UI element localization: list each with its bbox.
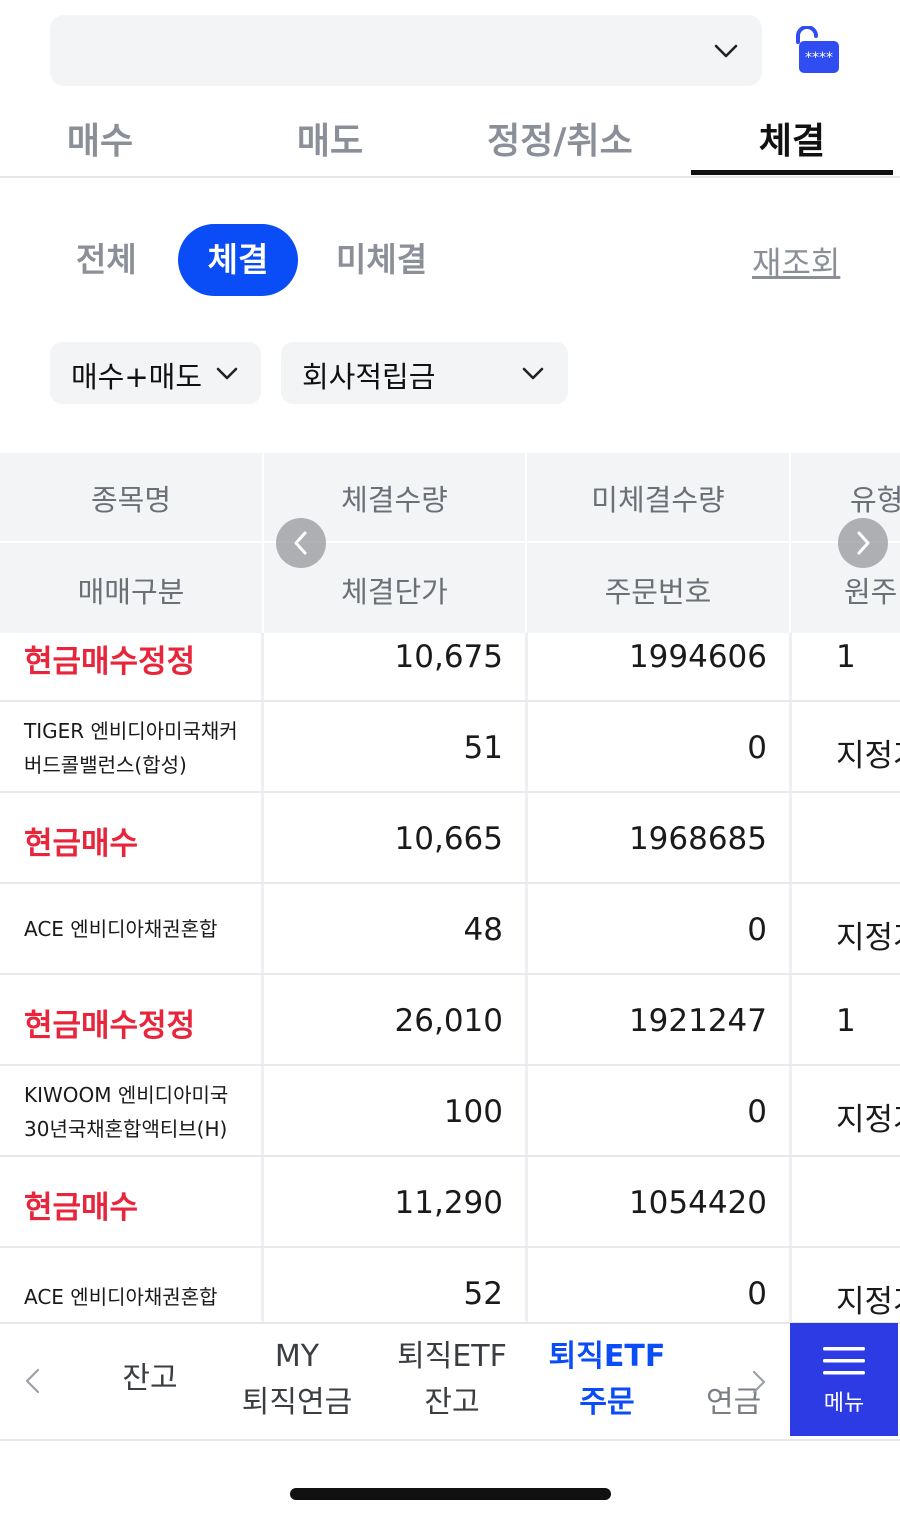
chevron-left-icon[interactable] — [20, 1366, 50, 1396]
account-type-dropdown[interactable]: 회사적립금 — [281, 342, 568, 404]
stock-name-line2: 30년국채혼합액티브(H) — [24, 1117, 228, 1141]
trade-type: 현금매수정정 — [24, 644, 196, 680]
bottom-navigation: 잔고 MY 퇴직연금 퇴직ETF 잔고 퇴직ETF 주문 연금 — [0, 1322, 900, 1441]
side-dropdown-value: 매수+매도 — [71, 360, 203, 394]
filled-qty: 52 — [463, 1276, 503, 1312]
header-filled-price: 체결단가 — [341, 575, 448, 609]
unfilled-qty: 0 — [747, 1276, 767, 1312]
tab-sell[interactable]: 매도 — [260, 112, 400, 162]
filled-price: 11,290 — [394, 1185, 503, 1221]
header-trade-type: 매매구분 — [77, 575, 185, 609]
original-order: 1 — [836, 639, 856, 675]
table-row[interactable]: 현금매수 11,290 1054420 — [0, 1157, 900, 1248]
header-unfilled-qty: 미체결수량 — [591, 483, 725, 517]
password-lock-icon[interactable]: **** — [790, 26, 842, 76]
stock-name: TIGER 엔비디아미국채커 버드콜밸런스(합성) — [24, 714, 256, 782]
order-kind: 지정가 — [836, 920, 900, 956]
filter-unfilled[interactable]: 미체결 — [336, 224, 427, 296]
trade-type: 현금매수 — [24, 826, 139, 862]
header-type: 유형 — [850, 483, 900, 517]
scroll-left-button[interactable] — [276, 518, 326, 568]
stock-name: ACE 엔비디아채권혼합 — [24, 1285, 218, 1309]
refresh-link[interactable]: 재조회 — [752, 238, 840, 284]
chevron-down-icon — [216, 367, 238, 380]
menu-button[interactable]: 메뉴 — [790, 1323, 898, 1436]
account-type-value: 회사적립금 — [302, 360, 436, 394]
order-number: 1968685 — [628, 821, 767, 857]
hamburger-icon — [823, 1347, 865, 1375]
chevron-left-icon — [294, 531, 307, 555]
order-kind: 지정가 — [836, 1284, 900, 1320]
nav-my-pension[interactable]: MY 퇴직연금 — [222, 1334, 372, 1426]
original-order: 1 — [836, 1003, 856, 1039]
stock-name-line2: 버드콜밸런스(합성) — [24, 753, 187, 777]
account-selector[interactable] — [50, 15, 762, 86]
trade-type: 현금매수정정 — [24, 1008, 196, 1044]
table-row[interactable]: 현금매수정정 26,010 1921247 1 — [0, 975, 900, 1066]
chevron-down-icon — [714, 44, 738, 58]
filled-qty: 48 — [463, 912, 503, 948]
nav-retirement-etf-order[interactable]: 퇴직ETF 주문 — [537, 1334, 677, 1426]
stock-name-line1: TIGER 엔비디아미국채커 — [24, 719, 238, 743]
table-row[interactable]: ACE 엔비디아채권혼합 48 0 지정가 — [0, 884, 900, 975]
unfilled-qty: 0 — [747, 730, 767, 766]
home-indicator[interactable] — [290, 1488, 611, 1500]
unfilled-qty: 0 — [747, 1094, 767, 1130]
svg-text:****: **** — [805, 50, 833, 66]
filled-price: 26,010 — [394, 1003, 503, 1039]
order-number: 1921247 — [628, 1003, 767, 1039]
stock-name: KIWOOM 엔비디아미국 30년국채혼합액티브(H) — [24, 1078, 256, 1146]
tab-divider — [0, 176, 900, 178]
trade-type: 현금매수 — [24, 1190, 139, 1226]
tab-buy[interactable]: 매수 — [30, 112, 170, 162]
active-tab-indicator — [691, 170, 893, 175]
table-row[interactable]: KIWOOM 엔비디아미국 30년국채혼합액티브(H) 100 0 지정가 — [0, 1066, 900, 1157]
scroll-right-button[interactable] — [838, 518, 888, 568]
unfilled-qty: 0 — [747, 912, 767, 948]
nav-my-pension-line2: 퇴직연금 — [241, 1385, 353, 1420]
header-divider — [0, 541, 900, 543]
chevron-down-icon — [522, 367, 544, 380]
nav-balance[interactable]: 잔고 — [100, 1356, 200, 1402]
filled-price: 10,665 — [394, 821, 503, 857]
stock-name: ACE 엔비디아채권혼합 — [24, 917, 218, 941]
header-order-no: 주문번호 — [604, 575, 712, 609]
tab-executions[interactable]: 체결 — [691, 112, 893, 162]
order-number: 1994606 — [628, 639, 767, 675]
header-filled-qty: 체결수량 — [341, 483, 448, 517]
chevron-right-icon[interactable] — [748, 1368, 770, 1396]
order-number: 1054420 — [628, 1185, 767, 1221]
table-row[interactable]: ACE 엔비디아채권혼합 52 0 지정가 — [0, 1248, 900, 1323]
nav-retirement-etf-balance-line2: 잔고 — [424, 1385, 480, 1420]
menu-label: 메뉴 — [823, 1391, 865, 1416]
order-kind: 지정가 — [836, 1102, 900, 1138]
filled-qty: 51 — [463, 730, 503, 766]
nav-retirement-etf-order-line1: 퇴직ETF — [548, 1339, 666, 1374]
side-dropdown[interactable]: 매수+매도 — [50, 342, 261, 404]
tab-modify-cancel[interactable]: 정정/취소 — [460, 112, 660, 162]
nav-retirement-etf-balance[interactable]: 퇴직ETF 잔고 — [382, 1334, 522, 1426]
filter-filled[interactable]: 체결 — [178, 224, 298, 296]
nav-retirement-etf-order-line2: 주문 — [579, 1385, 635, 1420]
table-row[interactable]: 현금매수 10,665 1968685 — [0, 793, 900, 884]
filled-qty: 100 — [443, 1094, 503, 1130]
filled-price: 10,675 — [394, 639, 503, 675]
execution-table[interactable]: 현금매수정정 10,675 1994606 1 TIGER 엔비디아미국채커 버… — [0, 633, 900, 1323]
column-divider — [789, 453, 791, 633]
stock-name-line1: KIWOOM 엔비디아미국 — [24, 1083, 229, 1107]
order-kind: 지정가 — [836, 738, 900, 774]
header-original-order: 원주 — [844, 575, 898, 609]
chevron-right-icon — [857, 531, 870, 555]
filter-all[interactable]: 전체 — [76, 224, 137, 296]
nav-my-pension-line1: MY — [274, 1339, 320, 1374]
nav-retirement-etf-balance-line1: 퇴직ETF — [397, 1339, 507, 1374]
header-stock-name: 종목명 — [90, 483, 172, 517]
table-row[interactable]: 현금매수정정 10,675 1994606 1 — [0, 633, 900, 702]
table-row[interactable]: TIGER 엔비디아미국채커 버드콜밸런스(합성) 51 0 지정가 — [0, 702, 900, 793]
